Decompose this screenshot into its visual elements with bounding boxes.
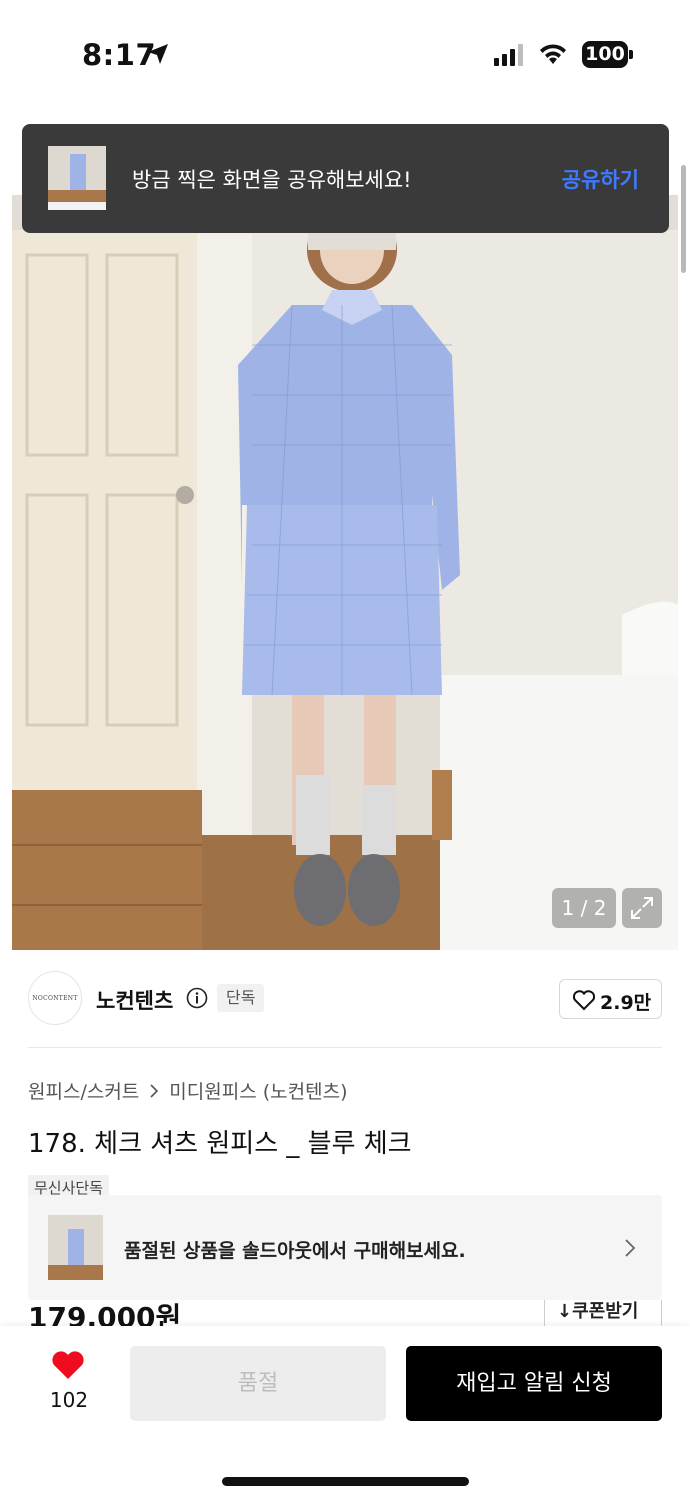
expand-icon — [631, 897, 653, 919]
product-image[interactable] — [12, 195, 678, 950]
screenshot-thumbnail — [48, 146, 106, 210]
share-toast: 방금 찍은 화면을 공유해보세요! 공유하기 — [22, 124, 669, 233]
home-indicator[interactable] — [222, 1477, 469, 1486]
coupon-button[interactable]: ↓쿠폰받기 — [544, 1300, 662, 1326]
battery-nub — [629, 50, 633, 59]
restock-alert-button[interactable]: 재입고 알림 신청 — [406, 1346, 662, 1421]
brand-like-button[interactable]: 2.9만 — [559, 979, 662, 1019]
soldout-banner[interactable]: 품절된 상품을 솔드아웃에서 구매해보세요. — [28, 1195, 662, 1300]
coupon-label: 쿠폰받기 — [572, 1301, 639, 1322]
soldout-thumbnail — [48, 1215, 103, 1280]
breadcrumb-subcategory[interactable]: 미디원피스 (노컨텐츠) — [169, 1077, 347, 1104]
location-arrow-icon — [148, 44, 168, 64]
breadcrumb-category[interactable]: 원피스/스커트 — [28, 1077, 139, 1104]
brand-like-count: 2.9만 — [600, 992, 652, 1014]
info-icon[interactable] — [186, 987, 208, 1009]
divider — [28, 1047, 662, 1048]
gallery-page-indicator: 1 / 2 — [552, 888, 616, 928]
scroll-indicator[interactable] — [681, 165, 686, 273]
share-button[interactable]: 공유하기 — [562, 164, 639, 194]
brand-name[interactable]: 노컨텐츠 — [96, 985, 173, 1015]
brand-logo[interactable]: NOCONTENT — [28, 971, 82, 1025]
toast-message: 방금 찍은 화면을 공유해보세요! — [132, 168, 412, 192]
chevron-right-icon — [150, 1083, 159, 1098]
product-title: 178. 체크 셔츠 원피스 _ 블루 체크 — [28, 1129, 412, 1159]
soldout-button[interactable]: 품절 — [130, 1346, 386, 1421]
heart-filled-icon[interactable] — [51, 1350, 85, 1380]
product-price: 179,000원 — [28, 1301, 182, 1326]
expand-image-button[interactable] — [622, 888, 662, 928]
product-photo — [12, 195, 678, 950]
breadcrumb: 원피스/스커트 미디원피스 (노컨텐츠) — [28, 1077, 347, 1104]
soldout-banner-text: 품절된 상품을 솔드아웃에서 구매해보세요. — [124, 1240, 466, 1262]
wish-count: 102 — [49, 1388, 89, 1412]
download-icon: ↓ — [557, 1301, 573, 1322]
exclusive-tag: 단독 — [217, 984, 265, 1012]
battery-indicator: 100 — [582, 41, 628, 68]
heart-outline-icon — [572, 990, 596, 1011]
status-bar: 8:17 100 — [0, 0, 690, 110]
cellular-signal-icon — [494, 44, 523, 66]
chevron-right-icon — [625, 1239, 636, 1257]
bottom-action-bar: 102 품절 재입고 알림 신청 — [0, 1326, 690, 1500]
wifi-icon — [540, 44, 566, 64]
